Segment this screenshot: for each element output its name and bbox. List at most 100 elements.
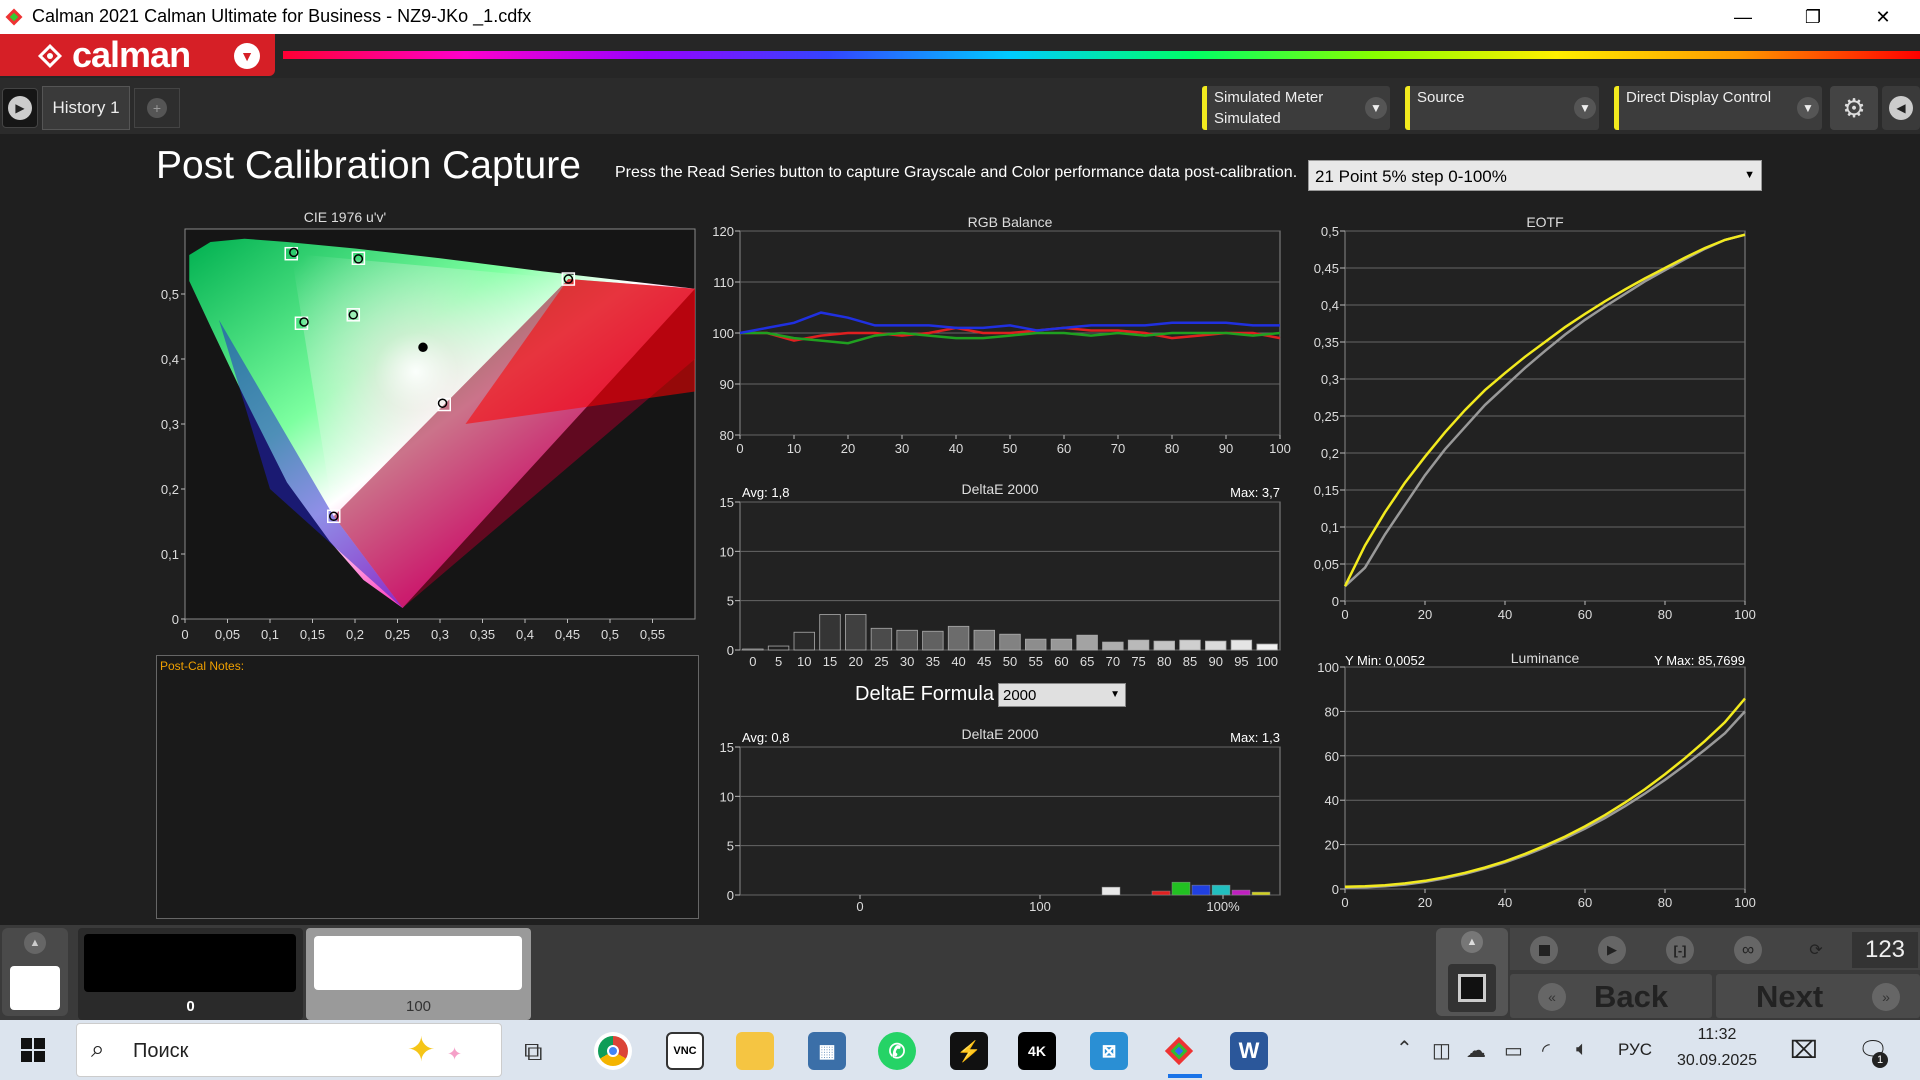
brand-menu-button[interactable]: calman ▼: [0, 34, 275, 76]
language-indicator[interactable]: РУС: [1618, 1040, 1652, 1060]
task-view-icon[interactable]: ⧉: [524, 1036, 543, 1068]
x-tick-label: 60: [1578, 895, 1592, 910]
x-tick-label: 100: [1734, 895, 1756, 910]
x-tick-label: 60: [1578, 607, 1592, 622]
deltae-bar: [1211, 884, 1231, 896]
stop-square-icon: [1458, 974, 1486, 1002]
cloud-icon[interactable]: ☁: [1466, 1038, 1486, 1063]
word-icon[interactable]: W: [1230, 1032, 1268, 1070]
tab-history-1[interactable]: History 1: [42, 86, 130, 130]
y-tick-label: 0,45: [1314, 261, 1339, 276]
max-label: Max: 3,7: [1230, 485, 1280, 500]
x-tick-label: 20: [848, 654, 862, 668]
wifi-icon[interactable]: ◜: [1542, 1038, 1550, 1063]
notes-panel[interactable]: Post-Cal Notes:: [156, 655, 699, 919]
read-single-button[interactable]: [-]: [1650, 932, 1710, 968]
vpn-app-icon[interactable]: ⊠: [1090, 1032, 1128, 1070]
file-explorer-icon[interactable]: [736, 1032, 774, 1070]
x-tick-label: 0,55: [640, 627, 665, 642]
close-button[interactable]: ✕: [1847, 0, 1919, 34]
whatsapp-icon[interactable]: ✆: [878, 1032, 916, 1070]
max-label: Max: 1,3: [1230, 730, 1280, 745]
deltae-bar: [1191, 884, 1211, 896]
calculator-icon[interactable]: ▦: [808, 1032, 846, 1070]
chevron-down-icon: ▼: [1744, 169, 1755, 181]
x-tick-label: 60: [1057, 441, 1071, 456]
stop-button[interactable]: [1514, 932, 1574, 968]
x-tick-label: 20: [1418, 895, 1432, 910]
refresh-icon: ⟳: [1802, 936, 1830, 964]
volume-icon[interactable]: 🔈︎: [1576, 1038, 1588, 1061]
y-tick-label: 40: [1325, 793, 1339, 808]
chart-title: DeltaE 2000: [961, 481, 1038, 497]
chevron-down-icon: ▼: [1110, 689, 1120, 700]
y-tick-label: 80: [1325, 704, 1339, 719]
patch-white-swatch: [314, 936, 522, 990]
windows-start-icon[interactable]: [18, 1035, 48, 1065]
settings-button[interactable]: ⚙: [1830, 86, 1878, 130]
series-select[interactable]: 21 Point 5% step 0-100% ▼: [1308, 160, 1762, 191]
patch-panel-toggle[interactable]: ▲: [2, 928, 68, 1016]
chevron-up-icon[interactable]: ▲: [1461, 931, 1483, 953]
back-label: Back: [1594, 979, 1669, 1014]
x-tick-label: 100: [1734, 607, 1756, 622]
x-tick-label: 40: [1498, 607, 1512, 622]
y-tick-label: 0,35: [1314, 335, 1339, 350]
next-button[interactable]: Next »: [1716, 974, 1920, 1018]
clock-time[interactable]: 11:32: [1672, 1026, 1762, 1044]
source-selector[interactable]: Source ▼: [1405, 86, 1599, 130]
y-tick-label: 0,05: [1314, 557, 1339, 572]
y-tick-label: 0,3: [1321, 372, 1339, 387]
y-tick-label: 0: [727, 888, 734, 903]
display-control-selector[interactable]: Direct Display Control ▼: [1614, 86, 1822, 130]
page-instruction: Press the Read Series button to capture …: [615, 164, 1298, 181]
read-series-button[interactable]: [1448, 964, 1496, 1012]
taskbar-search-box[interactable]: ⌕ Поиск ✦ ✦: [76, 1023, 502, 1077]
add-tab-button[interactable]: +: [134, 88, 180, 128]
x-tick-label: 25: [874, 654, 888, 668]
continuous-read-button[interactable]: ∞: [1718, 932, 1778, 968]
screen-icon[interactable]: ⌧: [1790, 1036, 1818, 1065]
patch-black[interactable]: 0: [78, 928, 303, 1020]
x-tick-label: 50: [1003, 441, 1017, 456]
calman-taskbar-icon[interactable]: [1160, 1032, 1198, 1070]
x-tick-label: 80: [1157, 654, 1171, 668]
battery-icon[interactable]: ▭: [1504, 1038, 1523, 1063]
deltae-formula-select[interactable]: 2000 ▼: [998, 683, 1126, 707]
deltae-bar: [1102, 641, 1124, 651]
x-tick-label: 80: [1165, 441, 1179, 456]
y-tick-label: 0: [1332, 882, 1339, 897]
runner-app-icon[interactable]: ⚡: [950, 1032, 988, 1070]
4k-app-icon[interactable]: 4K: [1018, 1032, 1056, 1070]
x-tick-label: 0: [856, 899, 863, 914]
tray-app-icon[interactable]: ◫: [1432, 1038, 1451, 1063]
refresh-button[interactable]: ⟳: [1786, 932, 1846, 968]
x-tick-label: 100%: [1206, 899, 1240, 914]
y-tick-label: 0,2: [1321, 446, 1339, 461]
y-tick-label: 100: [1317, 660, 1339, 675]
x-tick-label: 100: [1029, 899, 1051, 914]
play-button[interactable]: ▶: [1582, 932, 1642, 968]
x-tick-label: 10: [787, 441, 801, 456]
chrome-icon[interactable]: [594, 1032, 632, 1070]
chevron-up-icon[interactable]: ⌃: [1396, 1036, 1413, 1061]
deltae-bar: [1171, 881, 1191, 896]
chevron-down-icon: ▼: [1574, 97, 1596, 119]
x-tick-label: 55: [1028, 654, 1042, 668]
minimize-button[interactable]: —: [1707, 0, 1779, 34]
back-button[interactable]: « Back: [1510, 974, 1712, 1018]
y-tick-label: 0: [172, 612, 179, 627]
clock-date[interactable]: 30.09.2025: [1664, 1052, 1770, 1070]
chevron-down-icon: ▼: [1797, 97, 1819, 119]
vnc-icon[interactable]: VNC: [666, 1032, 704, 1070]
x-tick-label: 15: [823, 654, 837, 668]
play-nav-button[interactable]: ▶: [2, 88, 38, 128]
x-tick-label: 70: [1111, 441, 1125, 456]
collapse-panel-button[interactable]: ◀: [1882, 86, 1920, 130]
patch-black-swatch: [84, 934, 296, 992]
y-tick-label: 60: [1325, 749, 1339, 764]
restore-button[interactable]: ❐: [1777, 0, 1849, 34]
meter-selector[interactable]: Simulated Meter Simulated ▼: [1202, 86, 1390, 130]
x-tick-label: 0,25: [385, 627, 410, 642]
patch-white[interactable]: 100: [306, 928, 531, 1020]
